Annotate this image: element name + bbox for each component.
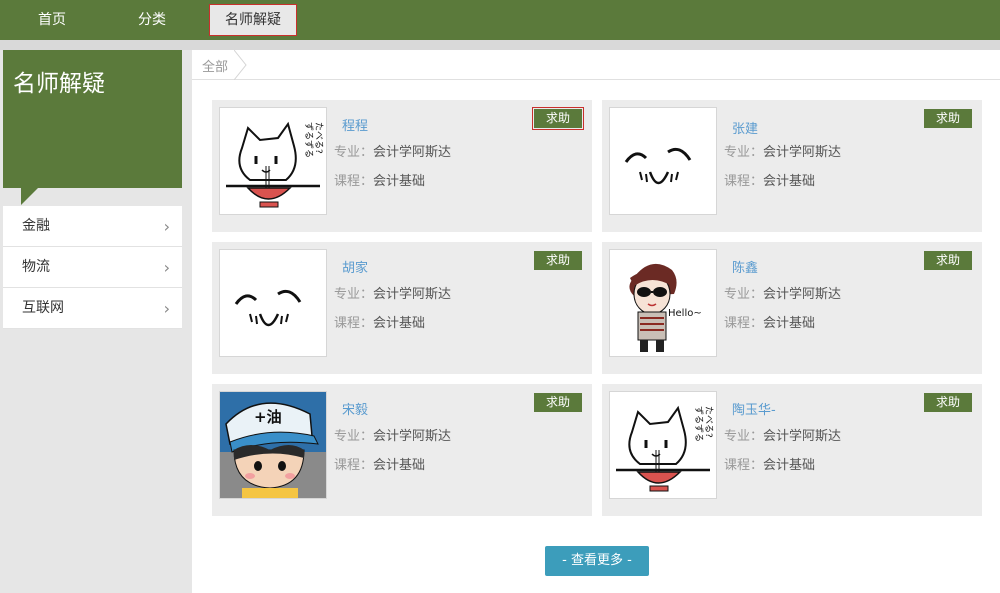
svg-text:たべる?: たべる?: [313, 122, 324, 154]
major-value: 会计学阿斯达: [373, 145, 452, 160]
major-value: 会计学阿斯达: [763, 145, 842, 160]
cat-noodle-avatar[interactable]: ずるずる たべる?: [609, 391, 717, 499]
course-value: 会计基础: [763, 174, 816, 189]
help-button[interactable]: 求助: [534, 393, 582, 412]
nav-divider: [0, 40, 1000, 50]
teacher-name[interactable]: 陶玉华-: [732, 399, 776, 418]
sidebar-title: 名师解疑: [13, 71, 105, 97]
sidebar-list: 金融 › 物流 › 互联网 ›: [3, 206, 182, 329]
help-button[interactable]: 求助: [534, 251, 582, 270]
breadcrumb-arrow-icon: [234, 50, 247, 80]
chevron-right-icon: ›: [163, 299, 170, 318]
teacher-name[interactable]: 宋毅: [342, 399, 368, 418]
sidebar-item-label: 金融: [22, 218, 50, 234]
cat-noodle-avatar[interactable]: ずるずる たべる?: [219, 107, 327, 215]
course-value: 会计基础: [763, 458, 816, 473]
teacher-name[interactable]: 张建: [732, 118, 758, 137]
help-button[interactable]: 求助: [924, 251, 972, 270]
teacher-course: 课程：会计基础: [724, 454, 815, 473]
sidebar: 名师解疑 金融 › 物流 › 互联网 ›: [3, 50, 182, 329]
teacher-course: 课程：会计基础: [334, 454, 425, 473]
teacher-card: +油 宋毅 专业：会计学阿斯达 课程：会计基础 求助: [212, 384, 592, 516]
chevron-right-icon: ›: [163, 258, 170, 277]
course-label: 课程：: [724, 458, 764, 473]
sidebar-notch: [21, 188, 38, 205]
sidebar-item-internet[interactable]: 互联网 ›: [3, 288, 182, 329]
major-label: 专业：: [334, 145, 374, 160]
course-label: 课程：: [724, 174, 764, 189]
teacher-name[interactable]: 陈鑫: [732, 257, 758, 276]
major-label: 专业：: [724, 287, 764, 302]
svg-text:ずるずる: ずるずる: [303, 122, 314, 158]
course-label: 课程：: [724, 316, 764, 331]
major-value: 会计学阿斯达: [763, 287, 842, 302]
view-more-button[interactable]: - 查看更多 -: [545, 546, 649, 576]
teacher-major: 专业：会计学阿斯达: [334, 425, 451, 444]
major-value: 会计学阿斯达: [373, 287, 452, 302]
nav-qa[interactable]: 名师解疑: [209, 4, 297, 36]
teacher-major: 专业：会计学阿斯达: [724, 425, 841, 444]
teacher-card: 胡家 专业：会计学阿斯达 课程：会计基础 求助: [212, 242, 592, 374]
teacher-name[interactable]: 胡家: [342, 257, 368, 276]
breadcrumb-all[interactable]: 全部: [202, 56, 228, 75]
teacher-course: 课程：会计基础: [334, 312, 425, 331]
teacher-card: 张建 专业：会计学阿斯达 课程：会计基础 求助: [602, 100, 982, 232]
teacher-major: 专业：会计学阿斯达: [724, 141, 841, 160]
nav-home[interactable]: 首页: [18, 0, 86, 40]
course-label: 课程：: [334, 174, 374, 189]
avatar-hello-text: Hello~: [668, 308, 702, 319]
major-value: 会计学阿斯达: [763, 429, 842, 444]
teacher-major: 专业：会计学阿斯达: [334, 283, 451, 302]
chevron-right-icon: ›: [163, 217, 170, 236]
teacher-card: ずるずる たべる? 陶玉华- 专业：会计学阿斯达 课程：会计基础 求助: [602, 384, 982, 516]
sleepy-face-avatar[interactable]: [219, 249, 327, 357]
major-label: 专业：: [724, 145, 764, 160]
course-label: 课程：: [334, 316, 374, 331]
nav-category[interactable]: 分类: [118, 0, 186, 40]
breadcrumb: 全部: [192, 50, 1000, 80]
teacher-name[interactable]: 程程: [342, 115, 368, 134]
avatar-cap-text: +油: [254, 408, 282, 426]
sidebar-item-logistics[interactable]: 物流 ›: [3, 247, 182, 288]
svg-text:ずるずる: ずるずる: [693, 406, 704, 442]
sidebar-item-finance[interactable]: 金融 ›: [3, 206, 182, 247]
major-label: 专业：: [724, 429, 764, 444]
teacher-major: 专业：会计学阿斯达: [724, 283, 841, 302]
teacher-card: ずるずる たべる? 程程 专业：会计学阿斯达 课程：会计基础 求助: [212, 100, 592, 232]
cap-boy-avatar[interactable]: +油: [219, 391, 327, 499]
sidebar-item-label: 互联网: [22, 300, 64, 316]
major-value: 会计学阿斯达: [373, 429, 452, 444]
sidebar-item-label: 物流: [22, 259, 50, 275]
help-button[interactable]: 求助: [532, 107, 584, 130]
course-value: 会计基础: [763, 316, 816, 331]
help-button[interactable]: 求助: [924, 109, 972, 128]
sleepy-face-avatar[interactable]: [609, 107, 717, 215]
course-value: 会计基础: [373, 316, 426, 331]
course-label: 课程：: [334, 458, 374, 473]
course-value: 会计基础: [373, 174, 426, 189]
sunglasses-hello-avatar[interactable]: Hello~: [609, 249, 717, 357]
svg-text:たべる?: たべる?: [703, 406, 714, 438]
major-label: 专业：: [334, 287, 374, 302]
teacher-course: 课程：会计基础: [334, 170, 425, 189]
teacher-course: 课程：会计基础: [724, 312, 815, 331]
top-nav: 首页 分类 名师解疑: [0, 0, 1000, 40]
course-value: 会计基础: [373, 458, 426, 473]
major-label: 专业：: [334, 429, 374, 444]
teacher-card: Hello~ 陈鑫 专业：会计学阿斯达 课程：会计基础 求助: [602, 242, 982, 374]
help-button[interactable]: 求助: [924, 393, 972, 412]
sidebar-header: 名师解疑: [3, 50, 182, 205]
teacher-major: 专业：会计学阿斯达: [334, 141, 451, 160]
teacher-course: 课程：会计基础: [724, 170, 815, 189]
main-content: 全部 ずるずる たべる? 程程 专业：会计学阿斯达 课程：会计基础 求助 张建 …: [192, 50, 1000, 593]
